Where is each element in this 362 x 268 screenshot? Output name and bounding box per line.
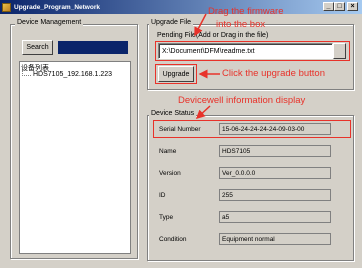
annotation-arrows [194, 13, 220, 120]
arrow-to-file-box [194, 13, 207, 37]
arrow-to-status [195, 105, 211, 120]
